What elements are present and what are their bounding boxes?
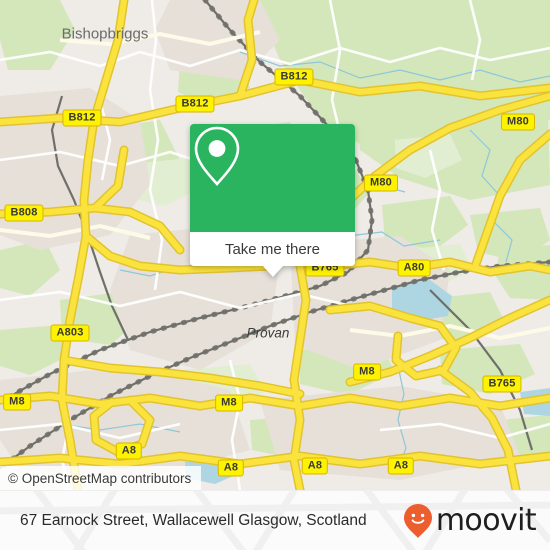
road-shield-b808: B808 bbox=[4, 204, 44, 222]
map-canvas[interactable]: Bishopbriggs Provan B812 B812 B812 M80 M80 B80… bbox=[0, 0, 550, 490]
take-me-there-callout[interactable]: Take me there bbox=[190, 124, 355, 277]
road-shield-b812: B812 bbox=[274, 68, 314, 86]
callout-tail bbox=[261, 265, 284, 277]
road-shield-m80: M80 bbox=[364, 174, 398, 192]
road-shield-a80: A80 bbox=[397, 259, 431, 277]
road-shield-a8: A8 bbox=[115, 442, 143, 460]
callout-pin-area bbox=[190, 124, 355, 232]
road-shield-a8: A8 bbox=[301, 457, 329, 475]
road-shield-a803: A803 bbox=[50, 324, 90, 342]
footer-bar: 67 Earnock Street, Wallacewell Glasgow, … bbox=[0, 490, 550, 550]
take-me-there-label: Take me there bbox=[224, 240, 321, 258]
address-label: 67 Earnock Street, Wallacewell Glasgow, … bbox=[20, 511, 367, 529]
road-shield-b812: B812 bbox=[175, 95, 215, 113]
road-shield-a8: A8 bbox=[387, 457, 415, 475]
road-shield-m8: M8 bbox=[353, 363, 381, 381]
osm-attribution[interactable]: © OpenStreetMap contributors bbox=[0, 466, 202, 490]
place-label-bishopbriggs: Bishopbriggs bbox=[61, 25, 149, 43]
moovit-smiley-pin-icon bbox=[403, 503, 432, 538]
road-shield-b765: B765 bbox=[482, 375, 522, 393]
attribution-text: © OpenStreetMap contributors bbox=[8, 470, 192, 486]
place-label-provan: Provan bbox=[246, 325, 290, 341]
road-shield-m8: M8 bbox=[215, 394, 243, 412]
moovit-wordmark: moovit bbox=[435, 503, 537, 538]
map-screenshot: Bishopbriggs Provan B812 B812 B812 M80 M80 B80… bbox=[0, 0, 550, 550]
road-shield-m8: M8 bbox=[3, 393, 31, 411]
map-pin-icon bbox=[194, 126, 240, 186]
callout-action-bar[interactable]: Take me there bbox=[190, 232, 355, 277]
road-shield-b812: B812 bbox=[62, 109, 102, 127]
road-shield-a8: A8 bbox=[217, 459, 245, 477]
moovit-logo[interactable]: moovit bbox=[403, 503, 537, 539]
road-shield-m80: M80 bbox=[501, 113, 535, 131]
